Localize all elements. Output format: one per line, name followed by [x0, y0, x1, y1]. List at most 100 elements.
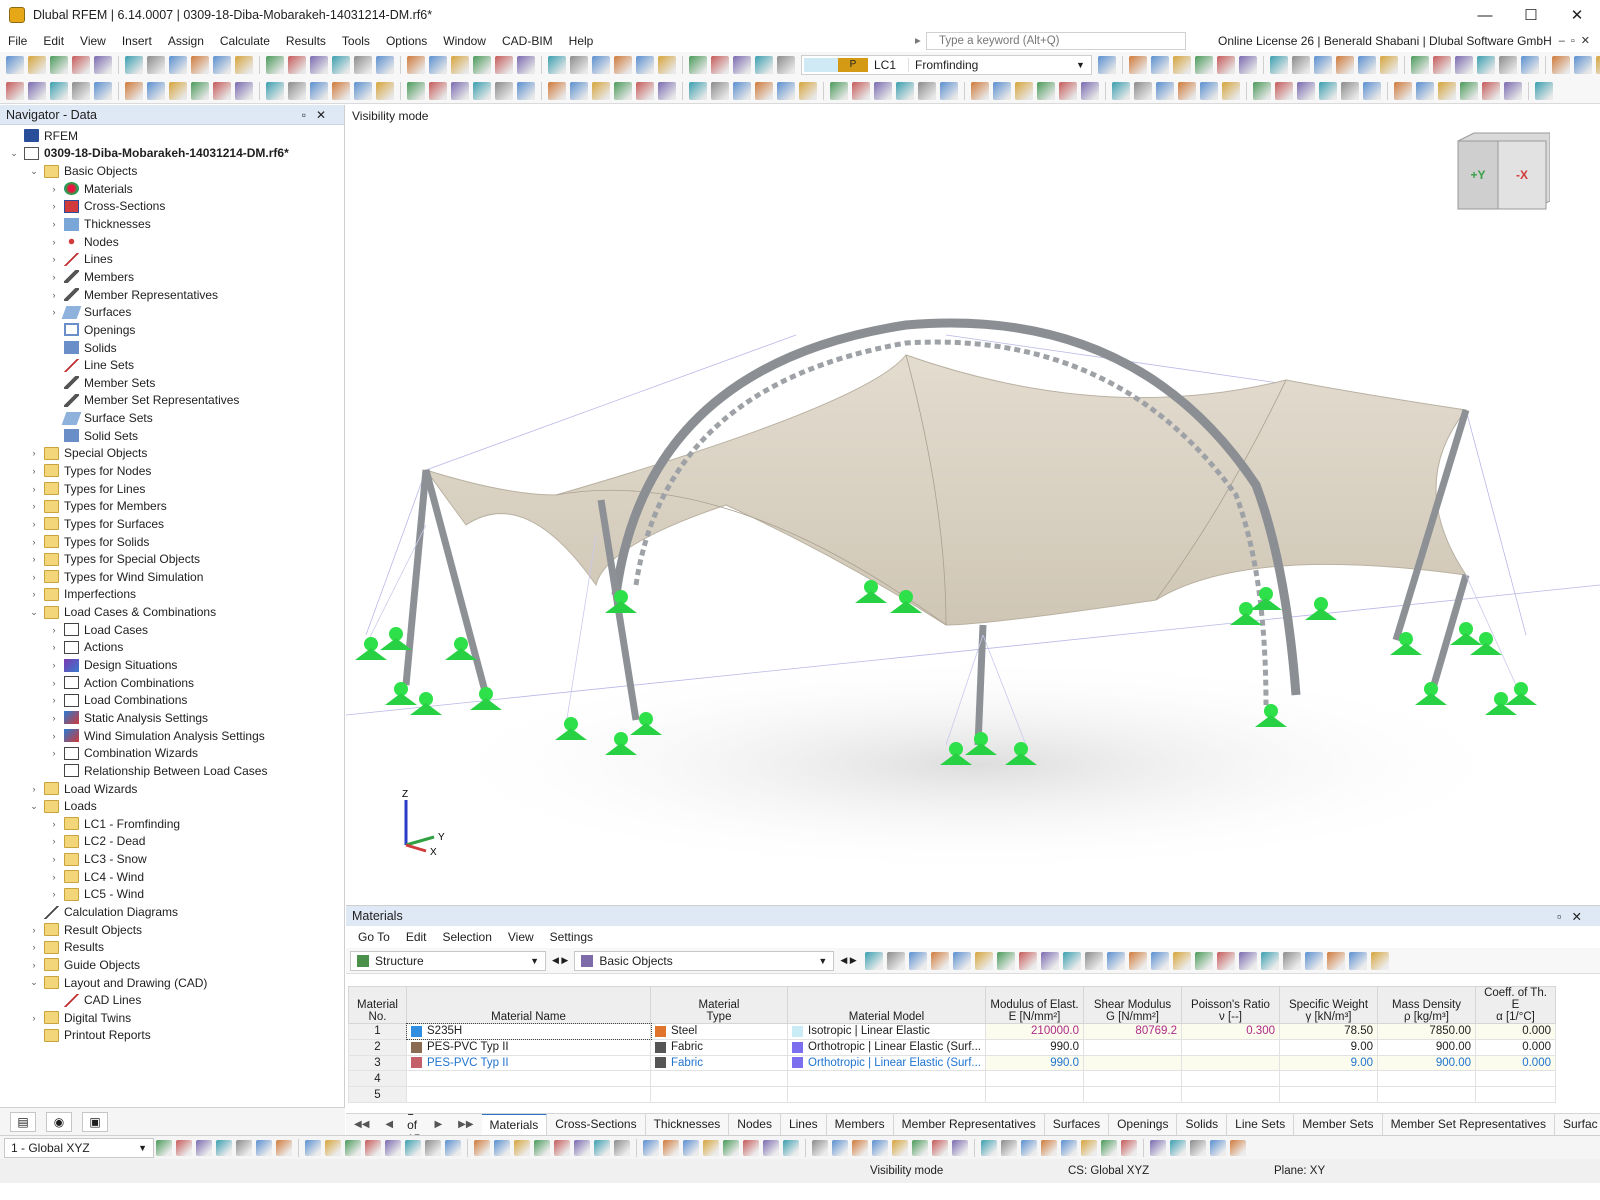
table-tool-icon[interactable]: [1194, 951, 1213, 970]
tree-item-types-for-surfaces[interactable]: › Types for Surfaces: [0, 515, 344, 533]
toolbar-tool-icon[interactable]: [28, 81, 46, 100]
toolbar-tool-icon[interactable]: [799, 81, 817, 100]
tab-members[interactable]: Members: [827, 1114, 894, 1135]
expand-chevron-icon[interactable]: ›: [48, 642, 60, 652]
3d-viewport[interactable]: Visibility mode +Y -X Z Y X: [346, 105, 1600, 905]
toolbar-tool-icon[interactable]: [288, 56, 306, 74]
tree-item-member-representatives[interactable]: › Member Representatives: [0, 286, 344, 304]
table-tool-icon[interactable]: [952, 951, 971, 970]
toolbar-tool-icon[interactable]: [1498, 56, 1517, 74]
menu-selection[interactable]: Selection: [435, 930, 500, 944]
cell-gamma[interactable]: [1279, 1086, 1378, 1103]
tree-item-load-cases[interactable]: › Load Cases: [0, 621, 344, 639]
table-tool-icon[interactable]: [1106, 951, 1125, 970]
toolbar-tool-icon[interactable]: [332, 56, 350, 74]
toolbar-tool-icon[interactable]: [1178, 81, 1196, 100]
toolbar-tool-icon[interactable]: [971, 81, 989, 100]
toolbar-tool-icon[interactable]: [288, 81, 306, 100]
toolbar-tool-icon[interactable]: [1081, 81, 1099, 100]
display-eye-icon[interactable]: ◉: [46, 1111, 72, 1132]
menu-tools[interactable]: Tools: [334, 30, 378, 52]
snap-tool-icon[interactable]: [1061, 1139, 1077, 1156]
tree-item-load-cases-combinations[interactable]: ⌄ Load Cases & Combinations: [0, 603, 344, 621]
snap-tool-icon[interactable]: [743, 1139, 759, 1156]
cell-type[interactable]: Steel: [650, 1023, 788, 1040]
toolbar-tool-icon[interactable]: [1520, 56, 1539, 74]
toolbar-tool-icon[interactable]: [1194, 56, 1213, 74]
expand-chevron-icon[interactable]: ›: [48, 201, 60, 211]
snap-tool-icon[interactable]: [1150, 1139, 1166, 1156]
tree-item-loads[interactable]: ⌄ Loads: [0, 797, 344, 815]
toolbar-tool-icon[interactable]: [1216, 56, 1235, 74]
snap-tool-icon[interactable]: [405, 1139, 421, 1156]
toolbar-tool-icon[interactable]: [1200, 81, 1218, 100]
tree-item-types-for-nodes[interactable]: › Types for Nodes: [0, 462, 344, 480]
tab-nodes[interactable]: Nodes: [729, 1114, 781, 1135]
menu-options[interactable]: Options: [378, 30, 435, 52]
expand-chevron-icon[interactable]: ›: [48, 660, 60, 670]
search-input[interactable]: Type a keyword (Alt+Q): [915, 32, 1186, 50]
snap-tool-icon[interactable]: [663, 1139, 679, 1156]
tree-item-combination-wizards[interactable]: › Combination Wizards: [0, 744, 344, 762]
toolbar-tool-icon[interactable]: [310, 56, 328, 74]
toolbar-tool-icon[interactable]: [6, 56, 24, 74]
tree-item-results[interactable]: › Results: [0, 938, 344, 956]
cell-alpha[interactable]: 0.000: [1475, 1023, 1556, 1040]
snap-tool-icon[interactable]: [574, 1139, 590, 1156]
table-tool-icon[interactable]: [1348, 951, 1367, 970]
toolbar-tool-icon[interactable]: [1357, 56, 1376, 74]
snap-tool-icon[interactable]: [763, 1139, 779, 1156]
table-tool-icon[interactable]: [1326, 951, 1345, 970]
materials-pin-close[interactable]: ▫✕: [1557, 909, 1600, 924]
snap-tool-icon[interactable]: [494, 1139, 510, 1156]
cell-alpha[interactable]: 0.000: [1475, 1038, 1556, 1056]
menu-window[interactable]: Window: [435, 30, 494, 52]
cell-rho[interactable]: [1377, 1086, 1476, 1103]
toolbar-tool-icon[interactable]: [570, 56, 588, 74]
tree-item-load-combinations[interactable]: › Load Combinations: [0, 692, 344, 710]
toolbar-tool-icon[interactable]: [1551, 56, 1570, 74]
tree-item-load-wizards[interactable]: › Load Wizards: [0, 780, 344, 798]
tab-surfac[interactable]: Surfac: [1555, 1114, 1600, 1135]
cell-model[interactable]: [787, 1086, 986, 1103]
toolbar-tool-icon[interactable]: [636, 56, 654, 74]
expand-chevron-icon[interactable]: ›: [28, 925, 40, 935]
tab-lines[interactable]: Lines: [781, 1114, 827, 1135]
toolbar-tool-icon[interactable]: [1172, 56, 1191, 74]
toolbar-tool-icon[interactable]: [517, 56, 535, 74]
tree-item-actions[interactable]: › Actions: [0, 639, 344, 657]
table-tool-icon[interactable]: [996, 951, 1015, 970]
expand-chevron-icon[interactable]: ›: [48, 237, 60, 247]
tree-item-types-for-special-objects[interactable]: › Types for Special Objects: [0, 550, 344, 568]
toolbar-tool-icon[interactable]: [266, 81, 284, 100]
toolbar-tool-icon[interactable]: [147, 81, 165, 100]
tree-item-surface-sets[interactable]: Surface Sets: [0, 409, 344, 427]
toolbar-tool-icon[interactable]: [658, 56, 676, 74]
toolbar-tool-icon[interactable]: [993, 81, 1011, 100]
toolbar-tool-icon[interactable]: [72, 56, 90, 74]
toolbar-tool-icon[interactable]: [72, 81, 90, 100]
snap-tool-icon[interactable]: [256, 1139, 272, 1156]
tree-item-calculation-diagrams[interactable]: Calculation Diagrams: [0, 903, 344, 921]
snap-tool-icon[interactable]: [156, 1139, 172, 1156]
toolbar-tool-icon[interactable]: [94, 56, 112, 74]
toolbar-tool-icon[interactable]: [1341, 81, 1359, 100]
snap-tool-icon[interactable]: [514, 1139, 530, 1156]
tree-item-lc5-wind[interactable]: › LC5 - Wind: [0, 886, 344, 904]
toolbar-tool-icon[interactable]: [50, 56, 68, 74]
cell-type[interactable]: Fabric: [650, 1054, 788, 1072]
snap-tool-icon[interactable]: [1001, 1139, 1017, 1156]
table-tool-icon[interactable]: [908, 951, 927, 970]
expand-chevron-icon[interactable]: ›: [48, 272, 60, 282]
cell-G[interactable]: [1083, 1070, 1182, 1088]
column-header[interactable]: Material Type: [650, 986, 788, 1024]
column-header[interactable]: Material Model: [787, 986, 986, 1024]
toolbar-tool-icon[interactable]: [548, 56, 566, 74]
cell-E[interactable]: 990.0: [985, 1038, 1084, 1056]
toolbar-tool-icon[interactable]: [50, 81, 68, 100]
cell-nu[interactable]: [1181, 1086, 1280, 1103]
toolbar-tool-icon[interactable]: [548, 81, 566, 100]
structure-combo[interactable]: Structure ▼: [350, 950, 546, 971]
snap-tool-icon[interactable]: [952, 1139, 968, 1156]
first-page-button[interactable]: ◀◀: [346, 1119, 377, 1130]
